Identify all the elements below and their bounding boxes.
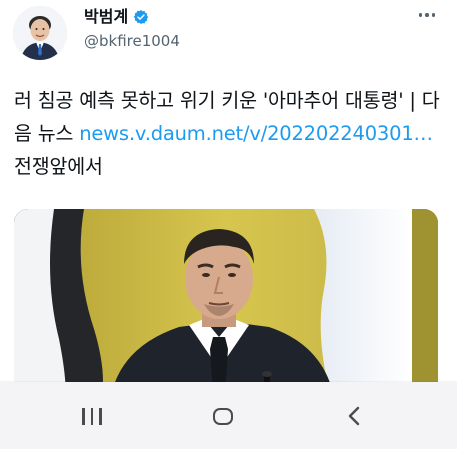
- verified-badge-icon: [133, 9, 149, 25]
- profile-avatar[interactable]: [13, 6, 67, 60]
- recent-apps-icon: [82, 407, 102, 425]
- tweet-text: 러 침공 예측 못하고 위기 키운 '아마추어 대통령' | 다음 뉴스 new…: [14, 84, 444, 183]
- back-button[interactable]: [334, 396, 374, 436]
- system-navigation-bar: [0, 382, 457, 449]
- user-handle[interactable]: @bkfire1004: [84, 31, 180, 51]
- tweet-text-tail: 전쟁앞에서: [14, 155, 103, 178]
- recent-apps-button[interactable]: [72, 396, 112, 436]
- avatar-portrait-image: [13, 6, 67, 60]
- home-button[interactable]: [203, 396, 243, 436]
- home-icon: [213, 407, 233, 425]
- display-name[interactable]: 박범계: [84, 7, 128, 27]
- tweet-screen: 박범계 @bkfire1004 러 침공 예측 못하고 위기 키운 '아마추어 …: [0, 0, 457, 449]
- display-name-row[interactable]: 박범계: [84, 7, 149, 27]
- tweet-media-image[interactable]: [14, 209, 438, 409]
- more-options-icon[interactable]: [415, 7, 439, 23]
- back-icon: [348, 406, 360, 426]
- article-link[interactable]: news.v.daum.net/v/202202240301…: [79, 122, 433, 145]
